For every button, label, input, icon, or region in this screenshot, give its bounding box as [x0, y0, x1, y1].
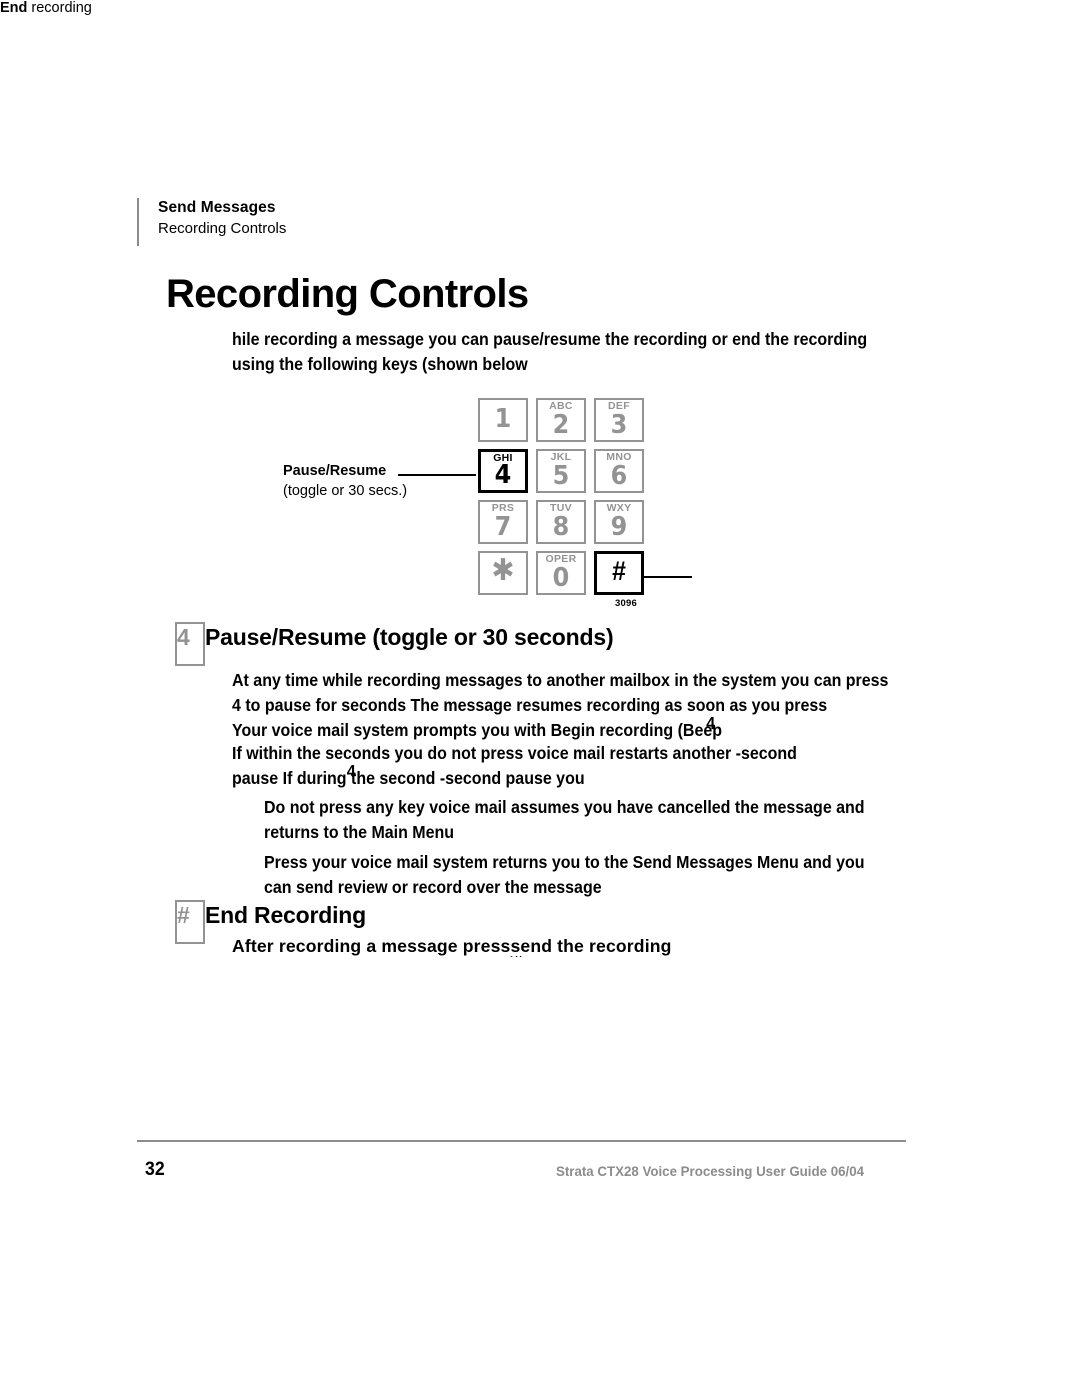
paragraph-line-text: Press your voice mail system returns you… [264, 852, 865, 872]
callout-end-recording-bold: End [0, 0, 28, 16]
keypad-row: 1 ABC 2 DEF 3 [478, 398, 646, 442]
section-key-label: 4 [175, 622, 205, 666]
keypad-key-1[interactable]: 1 [478, 398, 528, 442]
intro-line-1: hile recording a message you can pause/r… [232, 329, 868, 349]
keypad-row: PRS 7 TUV 8 WXY 9 [478, 500, 646, 544]
keypad-key-7[interactable]: PRS 7 [478, 500, 528, 544]
section-heading-text: End Recording [205, 902, 366, 928]
inline-key-glyph: 4 [706, 713, 716, 733]
running-header: Send Messages Recording Controls [137, 198, 737, 246]
key-digit: 5 [552, 461, 570, 491]
closing-line-after: send the recording [510, 936, 672, 956]
key-digit: 7 [494, 512, 512, 542]
paragraph-line: returns to the Main Menu [264, 822, 455, 842]
callout-pause-resume: Pause/Resume (toggle or 30 secs.) [283, 461, 473, 501]
page-title: Recording Controls [166, 272, 529, 316]
keypad-key-star[interactable]: ✱ [478, 551, 528, 595]
paragraph-end-recording: After recording a message press#tosend t… [232, 936, 1052, 957]
callout-end-recording-rest: recording [27, 0, 92, 16]
intro-paragraph: hile recording a message you can pause/r… [232, 327, 1032, 377]
callout-leader-line [644, 576, 692, 578]
keypad-key-2[interactable]: ABC 2 [536, 398, 586, 442]
key-digit: 1 [494, 404, 512, 434]
keypad-key-0[interactable]: OPER 0 [536, 551, 586, 595]
pound-icon: # [612, 556, 626, 586]
running-header-subtitle: Recording Controls [158, 220, 287, 237]
paragraph-pause-press: At any time while recording messages to … [232, 668, 1032, 743]
key-digit: 3 [610, 410, 628, 440]
keypad-key-4[interactable]: GHI 4 [478, 449, 528, 493]
keypad-row: ✱ OPER 0 # [478, 551, 646, 595]
callout-leader-line [398, 474, 476, 476]
callout-end-recording: End recording [0, 0, 1080, 16]
telephone-keypad-figure: 1 ABC 2 DEF 3 GHI 4 JKL 5 MNO 6 PRS 7 TU… [478, 398, 646, 602]
key-digit: 4 [494, 460, 512, 490]
section-heading-pause-resume: 4 Pause/Resume (toggle or 30 seconds) [175, 622, 614, 666]
inline-key-glyph: 4 [346, 761, 356, 781]
running-header-title: Send Messages [158, 199, 276, 216]
paragraph-line-text: If within the seconds you do not press v… [232, 743, 797, 763]
paragraph-line-with-overlap: Press your voice mail system returns you… [264, 850, 1036, 875]
key-digit: 2 [552, 410, 570, 440]
subparagraph-press-pound: Press your voice mail system returns you… [264, 850, 1036, 900]
closing-line-mid: to [508, 952, 525, 957]
section-key-label: # [175, 900, 205, 944]
keypad-key-6[interactable]: MNO 6 [594, 449, 644, 493]
keypad-key-5[interactable]: JKL 5 [536, 449, 586, 493]
key-digit: 0 [552, 563, 570, 593]
callout-pause-resume-label: Pause/Resume [283, 463, 387, 479]
keypad-key-8[interactable]: TUV 8 [536, 500, 586, 544]
figure-number: 3096 [615, 598, 637, 609]
paragraph-line-with-overlap: 4 to pause for seconds The message resum… [232, 693, 1032, 733]
paragraph-line: can send review or record over the messa… [264, 877, 602, 897]
intro-line-2: using the following keys (shown below [232, 354, 528, 374]
paragraph-line-text: 4 to pause for seconds The message resum… [232, 695, 828, 715]
document-page: Send Messages Recording Controls Recordi… [0, 0, 1080, 1397]
key-digit: 6 [610, 461, 628, 491]
footer-guide-text: Strata CTX28 Voice Processing User Guide… [556, 1163, 865, 1179]
closing-line-before: After recording a message press [232, 936, 511, 956]
keypad-key-3[interactable]: DEF 3 [594, 398, 644, 442]
paragraph-pause-timeout: If within the seconds you do not press v… [232, 741, 1032, 791]
subparagraph-do-not-press: Do not press any key voice mail assumes … [264, 795, 1036, 845]
paragraph-line: Your voice mail system prompts you with … [232, 720, 722, 740]
asterisk-icon: ✱ [491, 553, 515, 588]
callout-pause-resume-detail: (toggle or 30 secs.) [283, 483, 408, 499]
keypad-key-pound[interactable]: # [594, 551, 644, 595]
key-digit: 9 [610, 512, 628, 542]
footer-divider [137, 1140, 906, 1142]
paragraph-line-with-overlap: If within the seconds you do not press v… [232, 741, 1032, 781]
keypad-row: GHI 4 JKL 5 MNO 6 [478, 449, 646, 493]
paragraph-line: Do not press any key voice mail assumes … [264, 797, 865, 817]
page-number: 32 [145, 1159, 165, 1180]
section-heading-text: Pause/Resume (toggle or 30 seconds) [205, 624, 614, 650]
keypad-key-9[interactable]: WXY 9 [594, 500, 644, 544]
paragraph-line: At any time while recording messages to … [232, 670, 889, 690]
key-digit: 8 [552, 512, 570, 542]
